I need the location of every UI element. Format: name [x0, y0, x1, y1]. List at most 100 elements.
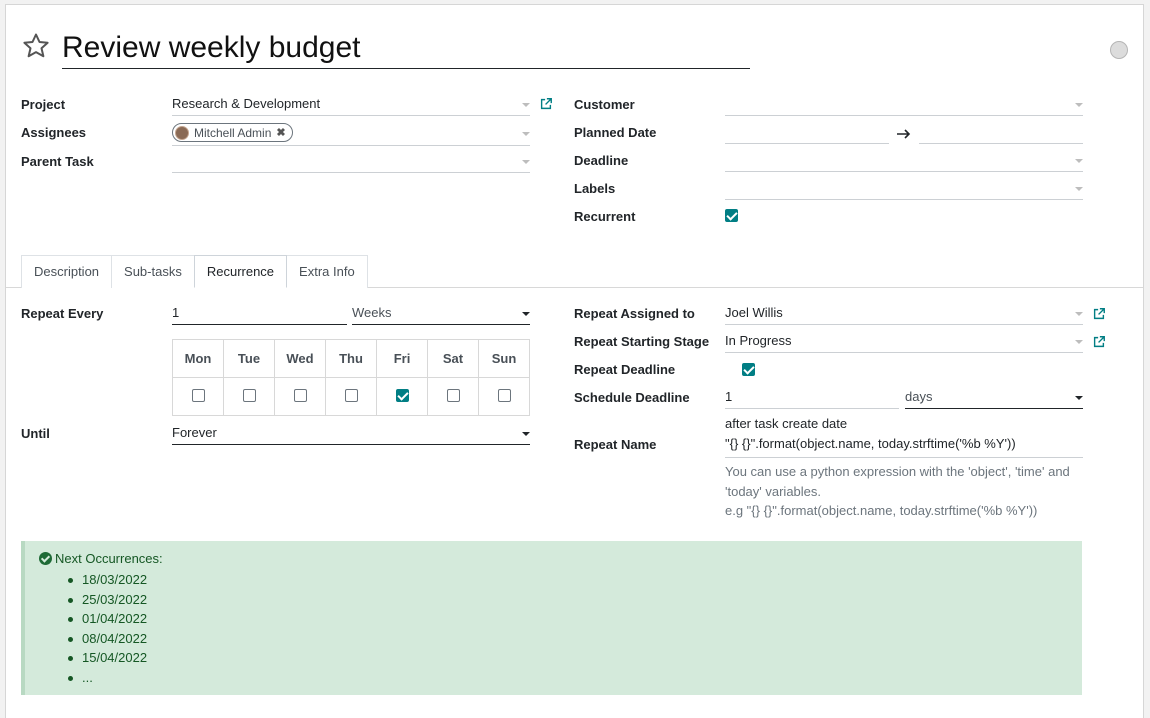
- help-line: You can use a python expression with the…: [725, 464, 1070, 479]
- repeat-every-label: Repeat Every: [21, 306, 104, 321]
- remove-tag-icon[interactable]: ✖: [276, 123, 285, 143]
- weekday-cell: [274, 377, 326, 416]
- weekday-header-mon: Mon: [172, 339, 224, 378]
- list-item: 18/03/2022: [68, 570, 147, 590]
- repeat-every-input[interactable]: 1: [172, 303, 347, 325]
- star-icon[interactable]: [21, 31, 51, 61]
- repeat-deadline-checkbox[interactable]: [741, 363, 755, 376]
- chevron-down-icon: [522, 160, 530, 164]
- list-item: 25/03/2022: [68, 590, 147, 610]
- repeat-stage-value: In Progress: [725, 333, 792, 348]
- repeat-unit-value: Weeks: [352, 305, 392, 320]
- weekday-checkbox-sat[interactable]: [446, 388, 460, 402]
- next-occurrences-alert: Next Occurrences: 18/03/2022 25/03/2022 …: [21, 541, 1082, 695]
- occurrence-list: 18/03/2022 25/03/2022 01/04/2022 08/04/2…: [68, 570, 147, 688]
- repeat-name-help: You can use a python expression with the…: [725, 462, 1105, 521]
- repeat-stage-field[interactable]: In Progress: [725, 331, 1083, 353]
- list-item: 15/04/2022: [68, 648, 147, 668]
- labels-field[interactable]: [725, 178, 1083, 200]
- repeat-name-input[interactable]: "{} {}".format(object.name, today.strfti…: [725, 434, 1083, 458]
- chevron-down-icon: [1075, 340, 1083, 344]
- external-link-icon[interactable]: [1092, 307, 1106, 321]
- deadline-field[interactable]: [725, 150, 1083, 172]
- chevron-down-icon: [1075, 103, 1083, 107]
- repeat-name-label: Repeat Name: [574, 437, 657, 452]
- weekday-cell: [478, 377, 530, 416]
- weekday-header-sat: Sat: [427, 339, 479, 378]
- weekday-cell: [172, 377, 224, 416]
- repeat-assigned-value: Joel Willis: [725, 305, 783, 320]
- recurrent-checkbox[interactable]: [725, 209, 738, 222]
- deadline-label: Deadline: [574, 153, 629, 168]
- until-value: Forever: [172, 425, 217, 440]
- weekday-table: Mon Tue Wed Thu Fri Sat Sun: [172, 339, 530, 416]
- chevron-down-icon: [1075, 312, 1083, 316]
- next-occurrences-title: Next Occurrences:: [55, 551, 163, 566]
- weekday-header-sun: Sun: [478, 339, 530, 378]
- assignee-tag: Mitchell Admin ✖: [172, 123, 293, 142]
- list-item: 01/04/2022: [68, 609, 147, 629]
- list-item: ...: [68, 668, 147, 688]
- chevron-down-icon: [1075, 159, 1083, 163]
- schedule-deadline-hint: after task create date: [725, 416, 848, 431]
- chevron-down-icon: [522, 312, 530, 316]
- help-line: e.g "{} {}".format(object.name, today.st…: [725, 503, 1038, 518]
- labels-label: Labels: [574, 181, 616, 196]
- project-field[interactable]: Research & Development: [172, 94, 530, 116]
- weekday-header-fri: Fri: [376, 339, 428, 378]
- repeat-assigned-field[interactable]: Joel Willis: [725, 303, 1083, 325]
- weekday-checkbox-mon[interactable]: [191, 388, 205, 402]
- repeat-assigned-label: Repeat Assigned to: [574, 306, 695, 321]
- chevron-down-icon: [522, 132, 530, 136]
- schedule-deadline-label: Schedule Deadline: [574, 390, 690, 405]
- assignee-tag-label: Mitchell Admin: [194, 125, 272, 140]
- weekday-checkbox-tue[interactable]: [242, 388, 256, 402]
- chevron-down-icon: [1075, 187, 1083, 191]
- task-form-sheet: Review weekly budget Project Research & …: [5, 4, 1144, 718]
- weekday-cell: [427, 377, 479, 416]
- weekday-checkbox-wed[interactable]: [293, 388, 307, 402]
- chevron-down-icon: [522, 432, 530, 436]
- repeat-unit-select[interactable]: Weeks: [352, 303, 530, 325]
- weekday-header-thu: Thu: [325, 339, 377, 378]
- until-label: Until: [21, 426, 50, 441]
- tab-sub-tasks[interactable]: Sub-tasks: [111, 255, 195, 288]
- weekday-checkbox-thu[interactable]: [344, 388, 358, 402]
- list-item: 08/04/2022: [68, 629, 147, 649]
- repeat-deadline-label: Repeat Deadline: [574, 362, 676, 377]
- external-link-icon[interactable]: [539, 97, 553, 111]
- recurrent-label: Recurrent: [574, 209, 636, 224]
- parent-task-field[interactable]: [172, 151, 530, 173]
- project-value: Research & Development: [172, 96, 321, 111]
- assignees-field[interactable]: Mitchell Admin ✖: [172, 122, 530, 146]
- planned-date-end-field[interactable]: [919, 122, 1083, 144]
- chevron-down-icon: [1075, 396, 1083, 400]
- next-occurrences-heading: Next Occurrences:: [39, 551, 163, 566]
- customer-field[interactable]: [725, 94, 1083, 116]
- customer-label: Customer: [574, 97, 635, 112]
- project-label: Project: [21, 97, 66, 112]
- task-title-input[interactable]: Review weekly budget: [62, 27, 750, 69]
- schedule-deadline-input[interactable]: 1: [725, 387, 899, 409]
- kanban-state-indicator[interactable]: [1110, 41, 1128, 59]
- weekday-cell: [325, 377, 377, 416]
- planned-date-start-field[interactable]: [725, 122, 889, 144]
- notebook-tabs: Description Sub-tasks Recurrence Extra I…: [21, 255, 368, 288]
- external-link-icon[interactable]: [1092, 335, 1106, 349]
- weekday-cell: [376, 377, 428, 416]
- weekday-checkbox-fri[interactable]: [395, 388, 409, 402]
- repeat-stage-label: Repeat Starting Stage: [574, 334, 710, 349]
- tab-description[interactable]: Description: [21, 255, 113, 288]
- assignees-label: Assignees: [21, 125, 87, 140]
- help-line: 'today' variables.: [725, 483, 822, 499]
- tab-extra-info[interactable]: Extra Info: [286, 255, 368, 288]
- chevron-down-icon: [522, 103, 530, 107]
- until-select[interactable]: Forever: [172, 423, 530, 445]
- weekday-checkbox-sun[interactable]: [497, 388, 511, 402]
- schedule-deadline-unit-select[interactable]: days: [905, 387, 1083, 409]
- schedule-deadline-unit-value: days: [905, 389, 933, 404]
- tab-recurrence[interactable]: Recurrence: [193, 255, 288, 288]
- weekday-cell: [223, 377, 275, 416]
- weekday-header-wed: Wed: [274, 339, 326, 378]
- planned-date-label: Planned Date: [574, 125, 657, 140]
